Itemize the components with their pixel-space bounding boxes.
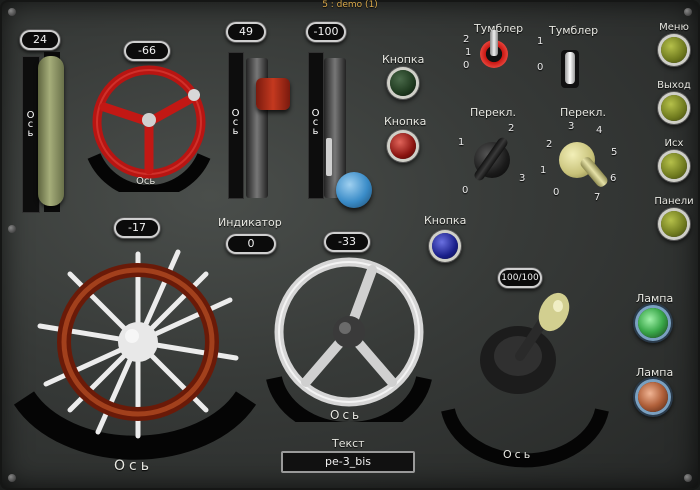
panels-button[interactable] bbox=[661, 211, 687, 237]
small-wheel-value: -66 bbox=[126, 43, 168, 59]
helm-wheel-axis-label: Ось bbox=[114, 458, 153, 474]
selector-1-pos-2: 2 bbox=[508, 123, 515, 134]
lamp-2 bbox=[638, 382, 668, 412]
selector-2-pos-1: 1 bbox=[540, 165, 547, 176]
joystick-value: 100/100 bbox=[500, 270, 540, 286]
slider-2-axis-label: Ось bbox=[230, 108, 241, 135]
lamp-2-label: Лампа bbox=[636, 366, 674, 379]
slider-2-handle[interactable] bbox=[256, 78, 290, 110]
toggle-2[interactable] bbox=[565, 52, 575, 84]
selector-2-pos-5: 5 bbox=[611, 147, 618, 158]
window-title: 5 : demo (1) bbox=[322, 0, 378, 10]
slider-3-knob[interactable] bbox=[336, 172, 372, 208]
small-wheel[interactable] bbox=[84, 62, 214, 192]
toggle-2-label: Тумблер bbox=[549, 24, 599, 37]
selector-2-pos-0: 0 bbox=[553, 187, 560, 198]
screw-icon bbox=[684, 474, 692, 482]
joystick[interactable] bbox=[440, 290, 610, 470]
lamp-1 bbox=[638, 308, 668, 338]
steering-wheel[interactable] bbox=[264, 252, 434, 422]
screw-icon bbox=[8, 225, 16, 233]
screw-icon bbox=[684, 8, 692, 16]
text-field[interactable]: ре-3_bis bbox=[281, 451, 415, 473]
toggle-1-label: Тумблер bbox=[474, 22, 524, 35]
exit-button-label: Выход bbox=[657, 80, 691, 91]
button-1-label: Кнопка bbox=[382, 53, 425, 66]
source-button-label: Исх bbox=[664, 138, 684, 149]
selector-2-label: Перекл. bbox=[560, 106, 606, 119]
selector-2-pos-7: 7 bbox=[594, 192, 601, 203]
selector-2-pos-6: 6 bbox=[610, 173, 617, 184]
menu-button[interactable] bbox=[661, 37, 687, 63]
selector-1-label: Перекл. bbox=[470, 106, 516, 119]
slider-1-axis-label: Ось bbox=[25, 110, 36, 137]
button-2-label: Кнопка bbox=[384, 115, 427, 128]
button-3[interactable] bbox=[432, 233, 458, 259]
slider-1-value: 24 bbox=[22, 32, 58, 48]
selector-1-pos-0: 0 bbox=[462, 185, 469, 196]
joystick-axis-label: Ось bbox=[503, 448, 534, 461]
toggle-1-pos-0: 0 bbox=[463, 60, 470, 71]
slider-3-value: -100 bbox=[308, 24, 344, 40]
slider-1-handle[interactable] bbox=[38, 56, 64, 206]
exit-button[interactable] bbox=[661, 95, 687, 121]
helm-wheel[interactable] bbox=[10, 240, 260, 480]
toggle-1-lever bbox=[490, 30, 498, 56]
slider-2-value: 49 bbox=[228, 24, 264, 40]
button-3-label: Кнопка bbox=[424, 214, 467, 227]
selector-1-pos-3: 3 bbox=[519, 173, 526, 184]
text-field-label: Текст bbox=[332, 437, 365, 450]
panels-button-label: Панели bbox=[654, 196, 694, 207]
selector-2-pos-3: 3 bbox=[568, 121, 575, 132]
steering-wheel-axis-label: Ось bbox=[330, 408, 363, 422]
steering-wheel-value: -33 bbox=[326, 234, 368, 250]
button-1[interactable] bbox=[390, 70, 416, 96]
small-wheel-axis-label: Ось bbox=[136, 176, 156, 187]
control-panel: 5 : demo (1) 24 Ось -66 Ось 49 Ось -100 … bbox=[0, 0, 700, 490]
toggle-2-pos-1: 1 bbox=[537, 36, 544, 47]
screw-icon bbox=[8, 8, 16, 16]
slider-3-axis-label: Ось bbox=[310, 108, 321, 135]
indicator-label: Индикатор bbox=[218, 216, 282, 229]
selector-2-pos-4: 4 bbox=[596, 125, 603, 136]
button-2[interactable] bbox=[390, 133, 416, 159]
selector-1-pos-1: 1 bbox=[458, 137, 465, 148]
toggle-2-pos-0: 0 bbox=[537, 62, 544, 73]
source-button[interactable] bbox=[661, 153, 687, 179]
slider-3-lever bbox=[326, 138, 332, 176]
toggle-1-pos-2: 2 bbox=[463, 34, 470, 45]
menu-button-label: Меню bbox=[659, 22, 689, 33]
toggle-1-pos-1: 1 bbox=[465, 47, 472, 58]
selector-2-pos-2: 2 bbox=[546, 139, 553, 150]
helm-wheel-value: -17 bbox=[116, 220, 158, 236]
lamp-1-label: Лампа bbox=[636, 292, 674, 305]
